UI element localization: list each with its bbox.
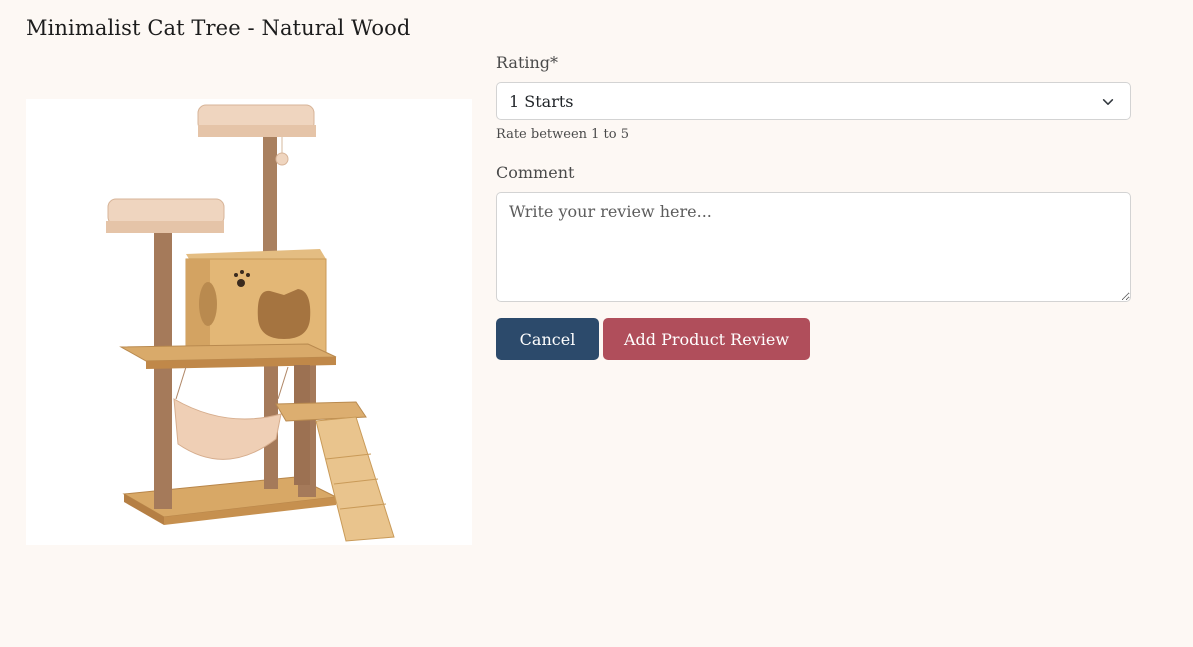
add-product-review-button[interactable]: Add Product Review: [603, 318, 810, 360]
comment-textarea[interactable]: [496, 192, 1131, 302]
chevron-down-icon: [1102, 99, 1114, 105]
product-image: [26, 99, 472, 545]
rating-select-value: 1 Starts: [509, 91, 574, 111]
cancel-button[interactable]: Cancel: [496, 318, 599, 360]
form-actions: Cancel Add Product Review: [496, 318, 1131, 360]
rating-help-text: Rate between 1 to 5: [496, 127, 630, 142]
rating-label: Rating*: [496, 53, 559, 72]
comment-label: Comment: [496, 163, 575, 182]
rating-select[interactable]: 1 Starts: [496, 82, 1131, 120]
review-form: Rating* 1 Starts Rate between 1 to 5 Com…: [496, 52, 1131, 360]
product-title: Minimalist Cat Tree - Natural Wood: [26, 16, 411, 40]
cat-tree-illustration: [106, 104, 395, 542]
